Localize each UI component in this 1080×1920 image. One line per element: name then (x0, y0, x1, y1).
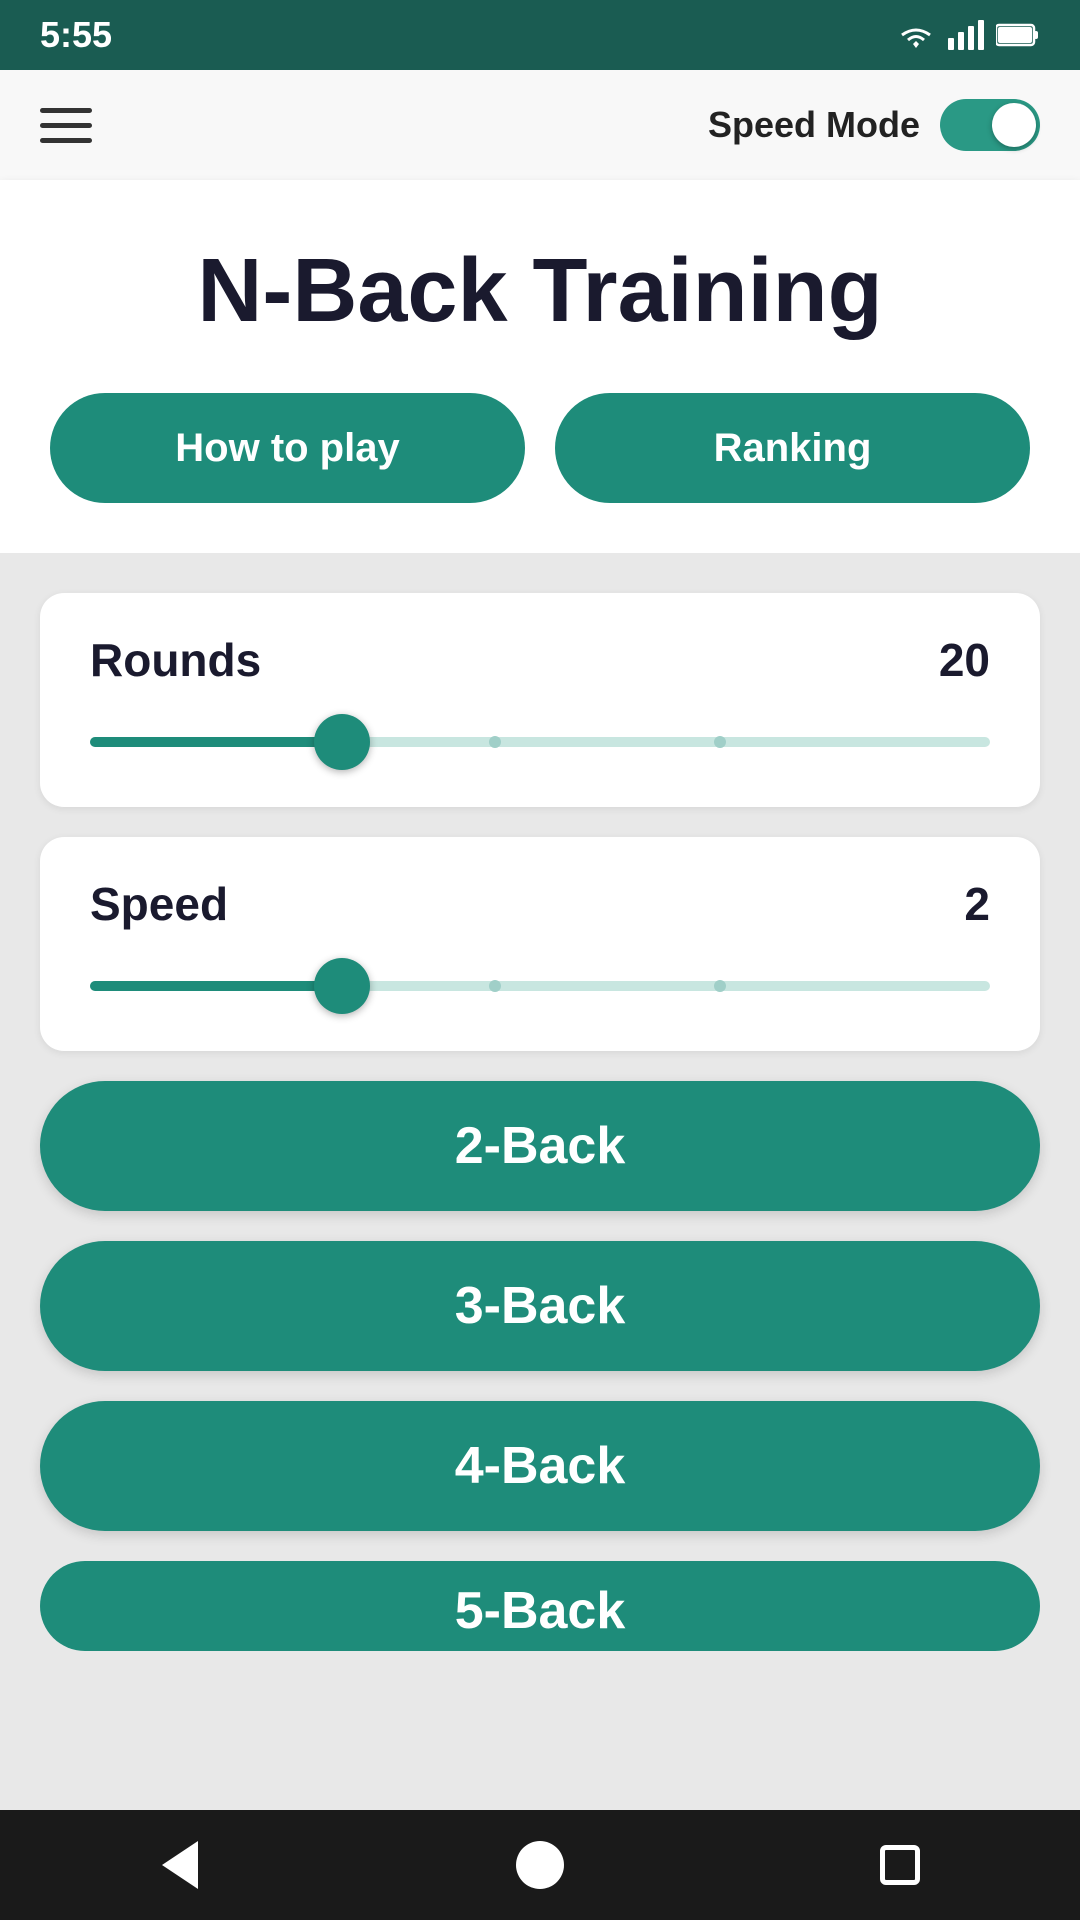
speed-slider-fill (90, 981, 342, 991)
speed-slider-container[interactable] (90, 961, 990, 1011)
game-buttons-container: 2-Back 3-Back 4-Back 5-Back (40, 1081, 1040, 1651)
rounds-value: 20 (939, 633, 990, 687)
hamburger-line-1 (40, 108, 92, 113)
speed-tick-2 (714, 980, 726, 992)
nav-home-button[interactable] (500, 1825, 580, 1905)
main-content: Rounds 20 Speed 2 (0, 553, 1080, 1810)
speed-slider-card: Speed 2 (40, 837, 1040, 1051)
hamburger-line-2 (40, 123, 92, 128)
app-bar: Speed Mode (0, 70, 1080, 180)
header-card: N-Back Training How to play Ranking (0, 180, 1080, 553)
rounds-slider-fill (90, 737, 342, 747)
nav-back-button[interactable] (140, 1825, 220, 1905)
rounds-tick-1 (489, 736, 501, 748)
speed-value: 2 (964, 877, 990, 931)
hamburger-line-3 (40, 138, 92, 143)
speed-mode-toggle[interactable] (940, 99, 1040, 151)
header-buttons: How to play Ranking (50, 393, 1030, 503)
back-arrow-icon (162, 1841, 198, 1889)
ranking-button[interactable]: Ranking (555, 393, 1030, 503)
speed-slider-thumb[interactable] (314, 958, 370, 1014)
speed-slider-track (90, 981, 990, 991)
speed-mode-container: Speed Mode (708, 99, 1040, 151)
rounds-tick-2 (714, 736, 726, 748)
recents-square-icon (880, 1845, 920, 1885)
signal-icon (948, 20, 984, 50)
speed-tick-1 (489, 980, 501, 992)
rounds-header: Rounds 20 (90, 633, 990, 687)
speed-header: Speed 2 (90, 877, 990, 931)
how-to-play-button[interactable]: How to play (50, 393, 525, 503)
status-icons (896, 20, 1040, 50)
rounds-slider-track (90, 737, 990, 747)
rounds-slider-thumb[interactable] (314, 714, 370, 770)
hamburger-menu-button[interactable] (40, 108, 92, 143)
home-circle-icon (516, 1841, 564, 1889)
nav-bar (0, 1810, 1080, 1920)
rounds-slider-card: Rounds 20 (40, 593, 1040, 807)
app-title: N-Back Training (50, 240, 1030, 343)
toggle-knob (992, 103, 1036, 147)
status-bar: 5:55 (0, 0, 1080, 70)
nav-recents-button[interactable] (860, 1825, 940, 1905)
speed-mode-label: Speed Mode (708, 104, 920, 146)
rounds-slider-container[interactable] (90, 717, 990, 767)
wifi-icon (896, 20, 936, 50)
3-back-button[interactable]: 3-Back (40, 1241, 1040, 1371)
speed-label: Speed (90, 877, 228, 931)
battery-icon (996, 22, 1040, 48)
status-time: 5:55 (40, 14, 112, 56)
4-back-button[interactable]: 4-Back (40, 1401, 1040, 1531)
5-back-button-partial[interactable]: 5-Back (40, 1561, 1040, 1651)
rounds-label: Rounds (90, 633, 261, 687)
2-back-button[interactable]: 2-Back (40, 1081, 1040, 1211)
